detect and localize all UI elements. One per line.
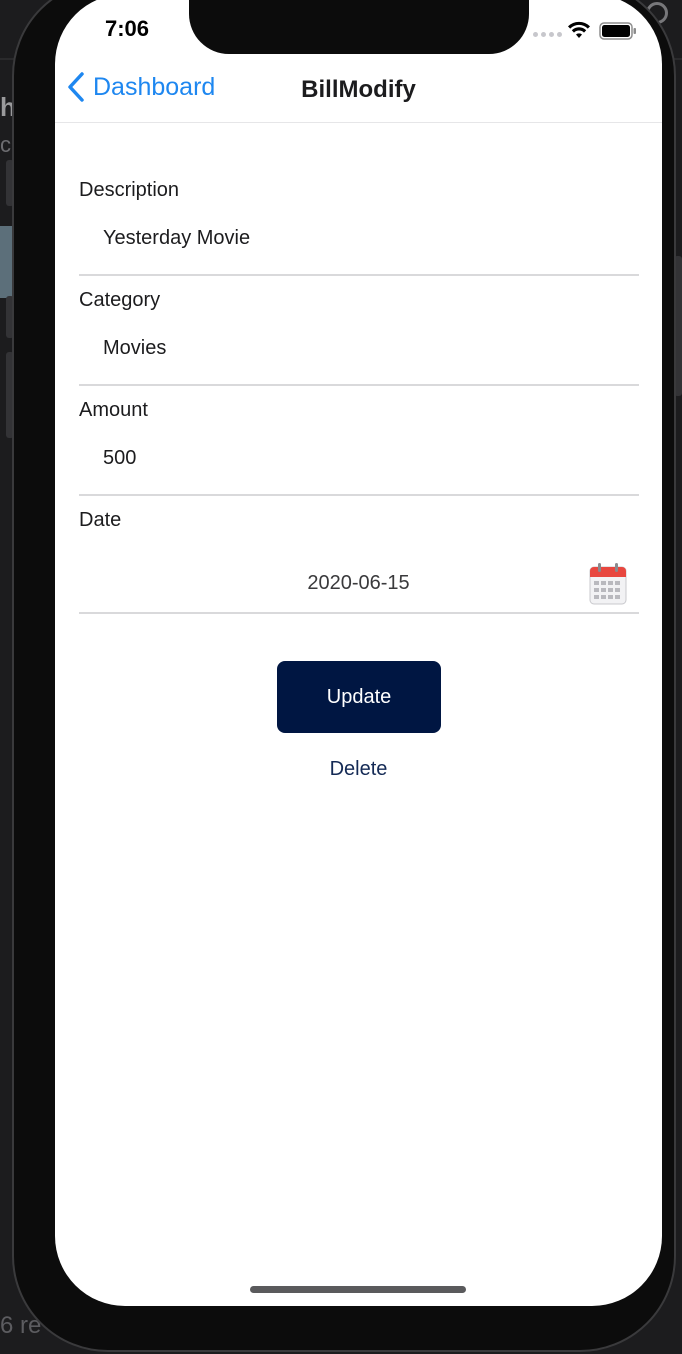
background-partial-text: c xyxy=(0,132,11,157)
divider xyxy=(79,274,639,276)
amount-input[interactable]: 500 xyxy=(103,447,136,470)
home-indicator[interactable] xyxy=(250,1286,466,1293)
app-screen: 7:06 Dashboard BillModify Description Ye… xyxy=(55,0,662,1306)
calendar-icon[interactable] xyxy=(589,563,627,605)
divider xyxy=(79,494,639,496)
cellular-signal-icon xyxy=(533,32,562,37)
amount-label: Amount xyxy=(79,399,148,421)
wifi-icon xyxy=(568,21,590,38)
delete-button[interactable]: Delete xyxy=(55,758,662,781)
status-time: 7:06 xyxy=(105,16,150,41)
divider xyxy=(79,612,639,614)
navigation-bar: Dashboard BillModify xyxy=(55,58,662,123)
background-thumbnail xyxy=(0,226,12,298)
divider xyxy=(79,384,639,386)
description-label: Description xyxy=(79,179,180,201)
date-label: Date xyxy=(79,509,122,531)
phone-frame: 7:06 Dashboard BillModify Description Ye… xyxy=(12,0,676,1352)
page-title: BillModify xyxy=(301,76,416,103)
battery-icon xyxy=(599,22,636,40)
device-notch xyxy=(189,0,529,54)
category-input[interactable]: Movies xyxy=(103,337,166,360)
date-picker-value[interactable]: 2020-06-15 xyxy=(55,572,662,595)
description-input[interactable]: Yesterday Movie xyxy=(103,227,250,250)
update-button[interactable]: Update xyxy=(277,661,441,733)
category-label: Category xyxy=(79,289,161,311)
